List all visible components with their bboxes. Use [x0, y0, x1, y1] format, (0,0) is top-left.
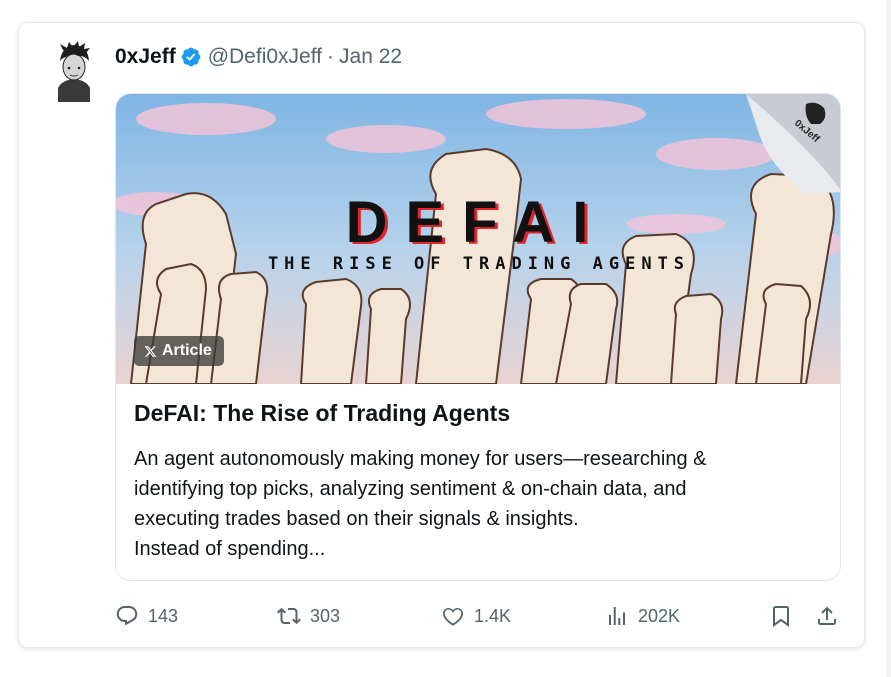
views-button[interactable]: 202K [605, 598, 680, 634]
bookmark-icon [773, 606, 789, 627]
article-badge: Article [134, 336, 224, 366]
author-name[interactable]: 0xJeff [115, 45, 176, 69]
tweet-header: 0xJeff @Defi0xJeff · Jan 22 [115, 43, 402, 71]
reply-button[interactable]: 143 [115, 598, 178, 634]
share-icon [818, 606, 836, 625]
avatar[interactable] [48, 40, 100, 102]
like-button[interactable]: 1.4K [441, 598, 511, 634]
repost-button[interactable]: 303 [277, 598, 340, 634]
bar-chart-icon [609, 607, 625, 625]
separator-dot: · [327, 45, 335, 68]
verified-badge-icon[interactable] [180, 46, 202, 68]
article-card[interactable]: DEFAI DEFAI THE RISE OF TRADING AGENTS 0… [115, 93, 841, 581]
share-button[interactable] [815, 598, 839, 634]
article-cover-image[interactable]: DEFAI DEFAI THE RISE OF TRADING AGENTS 0… [116, 94, 841, 384]
author-handle[interactable]: @Defi0xJeff [208, 45, 322, 69]
article-title[interactable]: DeFAI: The Rise of Trading Agents [134, 400, 510, 427]
view-count: 202K [638, 605, 681, 626]
bookmark-button[interactable] [769, 598, 793, 634]
article-excerpt: An agent autonomously making money for u… [134, 448, 707, 560]
article-badge-label: Article [162, 342, 212, 359]
image-title: DEFAI [346, 190, 607, 255]
repost-count: 303 [310, 605, 341, 626]
tweet-actions: 143 303 1.4K 202K [115, 598, 845, 634]
reply-icon [116, 606, 138, 626]
x-logo-icon [144, 345, 157, 357]
tweet-date[interactable]: Jan 22 [339, 45, 402, 69]
like-count: 1.4K [474, 605, 512, 626]
repost-icon [277, 607, 301, 625]
scrollbar[interactable] [887, 0, 891, 677]
heart-icon [442, 607, 464, 626]
reply-count: 143 [148, 605, 179, 626]
tweet-card[interactable]: 0xJeff @Defi0xJeff · Jan 22 DEFAI DEFAI … [18, 22, 865, 648]
image-subtitle: THE RISE OF TRADING AGENTS [268, 254, 690, 274]
